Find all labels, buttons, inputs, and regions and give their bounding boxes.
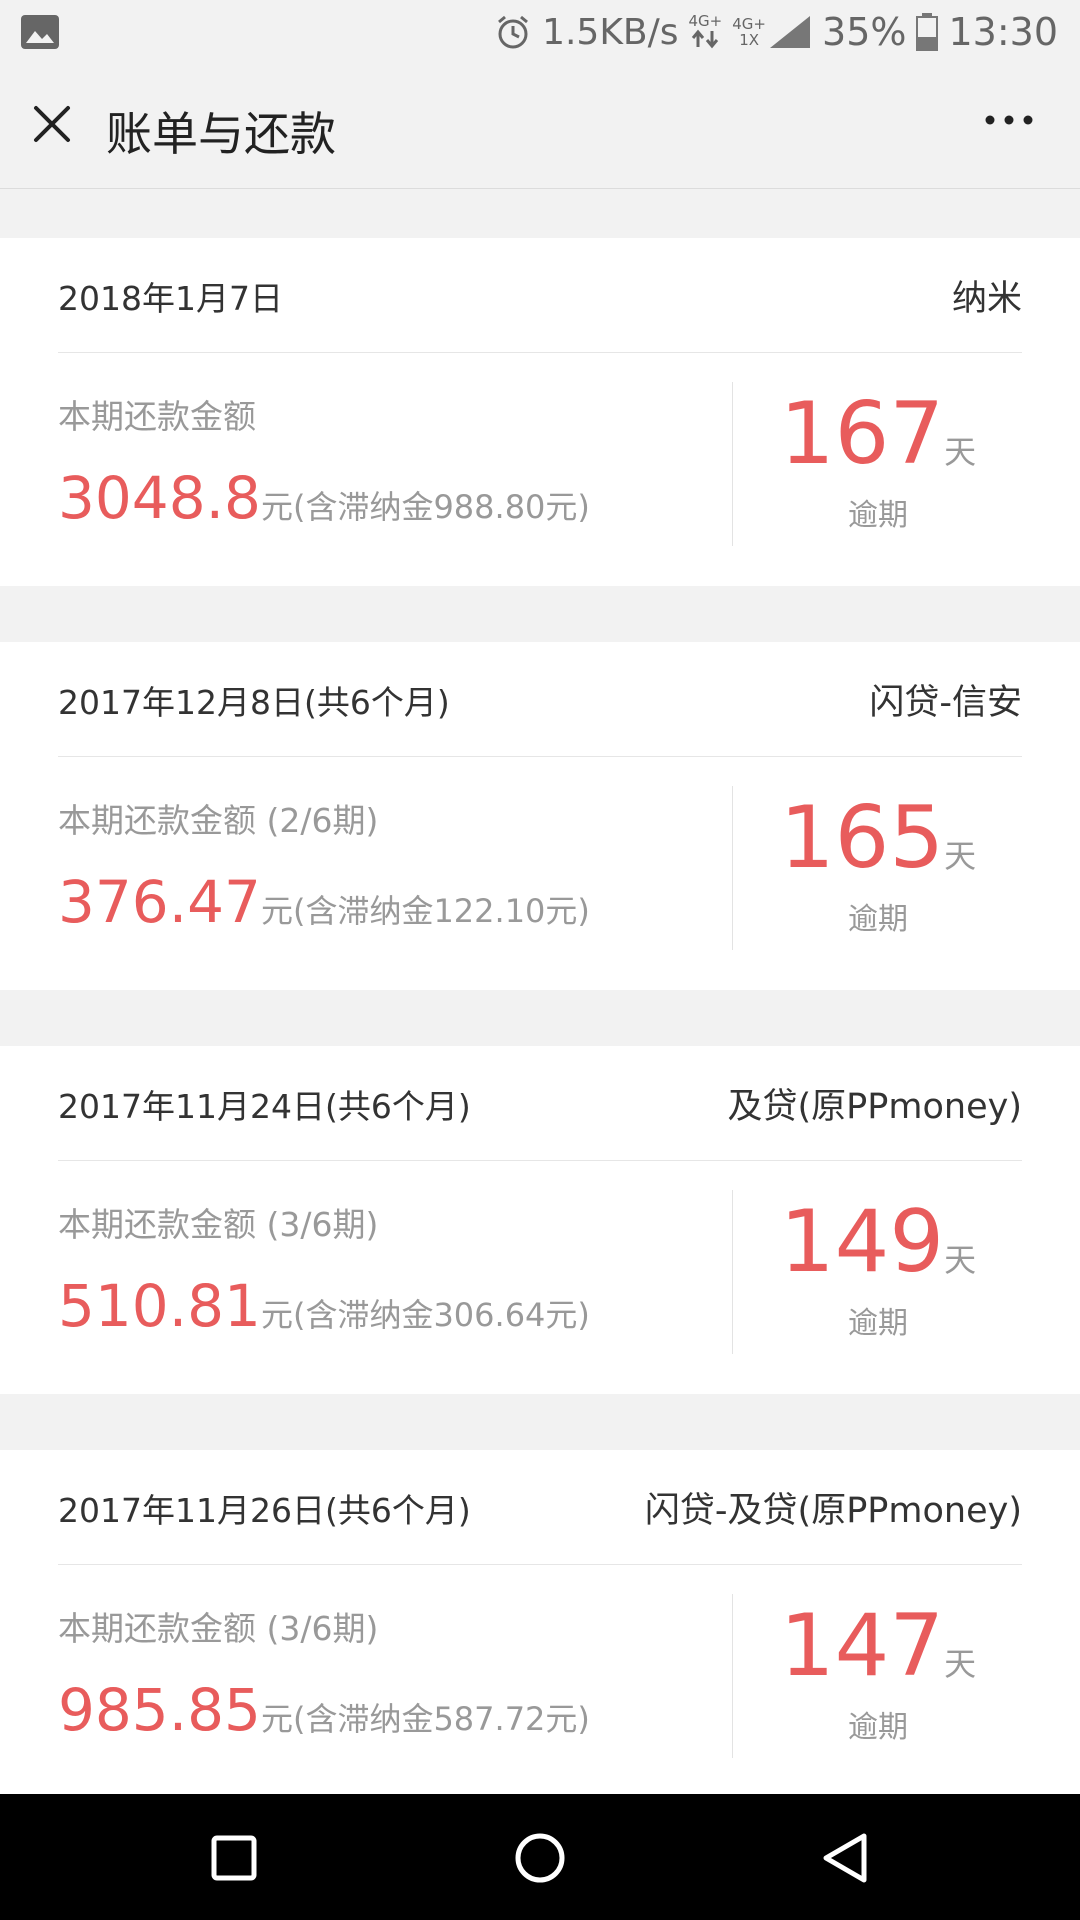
days-unit: 天 <box>944 433 977 471</box>
navigation-bar <box>0 1794 1080 1920</box>
bill-card-header: 2017年11月24日(共6个月) 及贷(原PPmoney) <box>58 1046 1022 1161</box>
overdue-box: 149天 逾期 <box>748 1194 1008 1342</box>
bill-card-body: 本期还款金额 (3/6期) 985.85元(含滞纳金587.72元) 147天 … <box>58 1564 1022 1798</box>
repayment-label: 本期还款金额 (3/6期) <box>58 1205 379 1244</box>
overdue-status: 逾期 <box>848 498 908 533</box>
gallery-icon <box>21 15 59 49</box>
repayment-label: 本期还款金额 <box>58 397 256 436</box>
signal-strength-icon <box>770 16 811 48</box>
bill-card-header: 2017年12月8日(共6个月) 闪贷-信安 <box>58 642 1022 757</box>
amount-detail: 元(含滞纳金122.10元) <box>260 892 590 930</box>
repayment-amount: 376.47 <box>58 868 261 936</box>
overdue-box: 167天 逾期 <box>748 386 1008 534</box>
signal-indicator-2: 4G+ 1X <box>732 14 812 50</box>
amount-detail: 元(含滞纳金587.72元) <box>260 1700 590 1738</box>
days-unit: 天 <box>944 1645 977 1683</box>
bill-card-body: 本期还款金额 (2/6期) 376.47元(含滞纳金122.10元) 165天 … <box>58 756 1022 990</box>
amount-row: 510.81元(含滞纳金306.64元) <box>58 1272 590 1340</box>
overdue-status: 逾期 <box>848 1710 908 1745</box>
divider <box>732 786 733 950</box>
page-title: 账单与还款 <box>106 107 336 161</box>
lender-name: 纳米 <box>951 279 1022 319</box>
bill-card[interactable]: 2017年11月24日(共6个月) 及贷(原PPmoney) 本期还款金额 (3… <box>0 1046 1080 1394</box>
alarm-icon <box>498 15 529 49</box>
overdue-days: 147 <box>779 1596 945 1696</box>
bill-date: 2017年12月8日(共6个月) <box>58 683 450 722</box>
amount-row: 985.85元(含滞纳金587.72元) <box>58 1676 590 1744</box>
overdue-days: 167 <box>779 384 945 484</box>
data-arrows-icon <box>692 29 719 48</box>
overdue-days: 149 <box>779 1192 945 1292</box>
bill-card-header: 2017年11月26日(共6个月) 闪贷-及贷(原PPmoney) <box>58 1450 1022 1565</box>
title-bar: 账单与还款 <box>0 64 1080 189</box>
divider <box>732 1594 733 1758</box>
signal-2-type: 4G+ <box>732 15 767 33</box>
bill-date: 2018年1月7日 <box>58 279 283 318</box>
bill-card[interactable]: 2017年11月26日(共6个月) 闪贷-及贷(原PPmoney) 本期还款金额… <box>0 1450 1080 1798</box>
repayment-amount: 3048.8 <box>58 464 261 532</box>
amount-row: 376.47元(含滞纳金122.10元) <box>58 868 590 936</box>
overdue-box: 165天 逾期 <box>748 790 1008 938</box>
divider <box>732 382 733 546</box>
bill-card-header: 2018年1月7日 纳米 <box>58 238 1022 353</box>
overdue-status: 逾期 <box>848 902 908 937</box>
bill-card-body: 本期还款金额 3048.8元(含滞纳金988.80元) 167天 逾期 <box>58 352 1022 586</box>
bill-card-body: 本期还款金额 (3/6期) 510.81元(含滞纳金306.64元) 149天 … <box>58 1160 1022 1394</box>
repayment-amount: 985.85 <box>58 1676 261 1744</box>
lender-name: 及贷(原PPmoney) <box>727 1087 1022 1127</box>
divider <box>732 1190 733 1354</box>
repayment-amount: 510.81 <box>58 1272 261 1340</box>
amount-detail: 元(含滞纳金988.80元) <box>260 488 590 526</box>
more-icon[interactable] <box>984 114 1034 126</box>
status-bar: 1.5KB/s 4G+ 4G+ 1X 35% 13:30 <box>0 0 1080 64</box>
bill-card[interactable]: 2018年1月7日 纳米 本期还款金额 3048.8元(含滞纳金988.80元)… <box>0 238 1080 586</box>
overdue-status: 逾期 <box>848 1306 908 1341</box>
amount-row: 3048.8元(含滞纳金988.80元) <box>58 464 590 532</box>
clock: 13:30 <box>948 10 1058 54</box>
bill-list: 2018年1月7日 纳米 本期还款金额 3048.8元(含滞纳金988.80元)… <box>0 238 1080 1854</box>
lender-name: 闪贷-信安 <box>869 683 1022 723</box>
days-unit: 天 <box>944 837 977 875</box>
overdue-days: 165 <box>779 788 945 888</box>
amount-detail: 元(含滞纳金306.64元) <box>260 1296 590 1334</box>
recent-apps-icon[interactable] <box>206 1830 262 1886</box>
signal-1-type: 4G+ <box>688 11 723 30</box>
bill-date: 2017年11月26日(共6个月) <box>58 1491 471 1530</box>
bill-card[interactable]: 2017年12月8日(共6个月) 闪贷-信安 本期还款金额 (2/6期) 376… <box>0 642 1080 990</box>
repayment-label: 本期还款金额 (2/6期) <box>58 801 379 840</box>
repayment-label: 本期还款金额 (3/6期) <box>58 1609 379 1648</box>
signal-indicator-1: 4G+ <box>688 11 723 52</box>
signal-2-sub: 1X <box>739 31 760 49</box>
home-icon[interactable] <box>512 1830 568 1886</box>
battery-icon <box>916 13 939 51</box>
days-unit: 天 <box>944 1241 977 1279</box>
battery-percent: 35% <box>822 10 907 54</box>
close-icon[interactable] <box>32 104 72 144</box>
back-icon[interactable] <box>818 1830 874 1886</box>
bill-date: 2017年11月24日(共6个月) <box>58 1087 471 1126</box>
lender-name: 闪贷-及贷(原PPmoney) <box>644 1491 1022 1531</box>
overdue-box: 147天 逾期 <box>748 1598 1008 1746</box>
net-speed: 1.5KB/s <box>542 11 679 53</box>
